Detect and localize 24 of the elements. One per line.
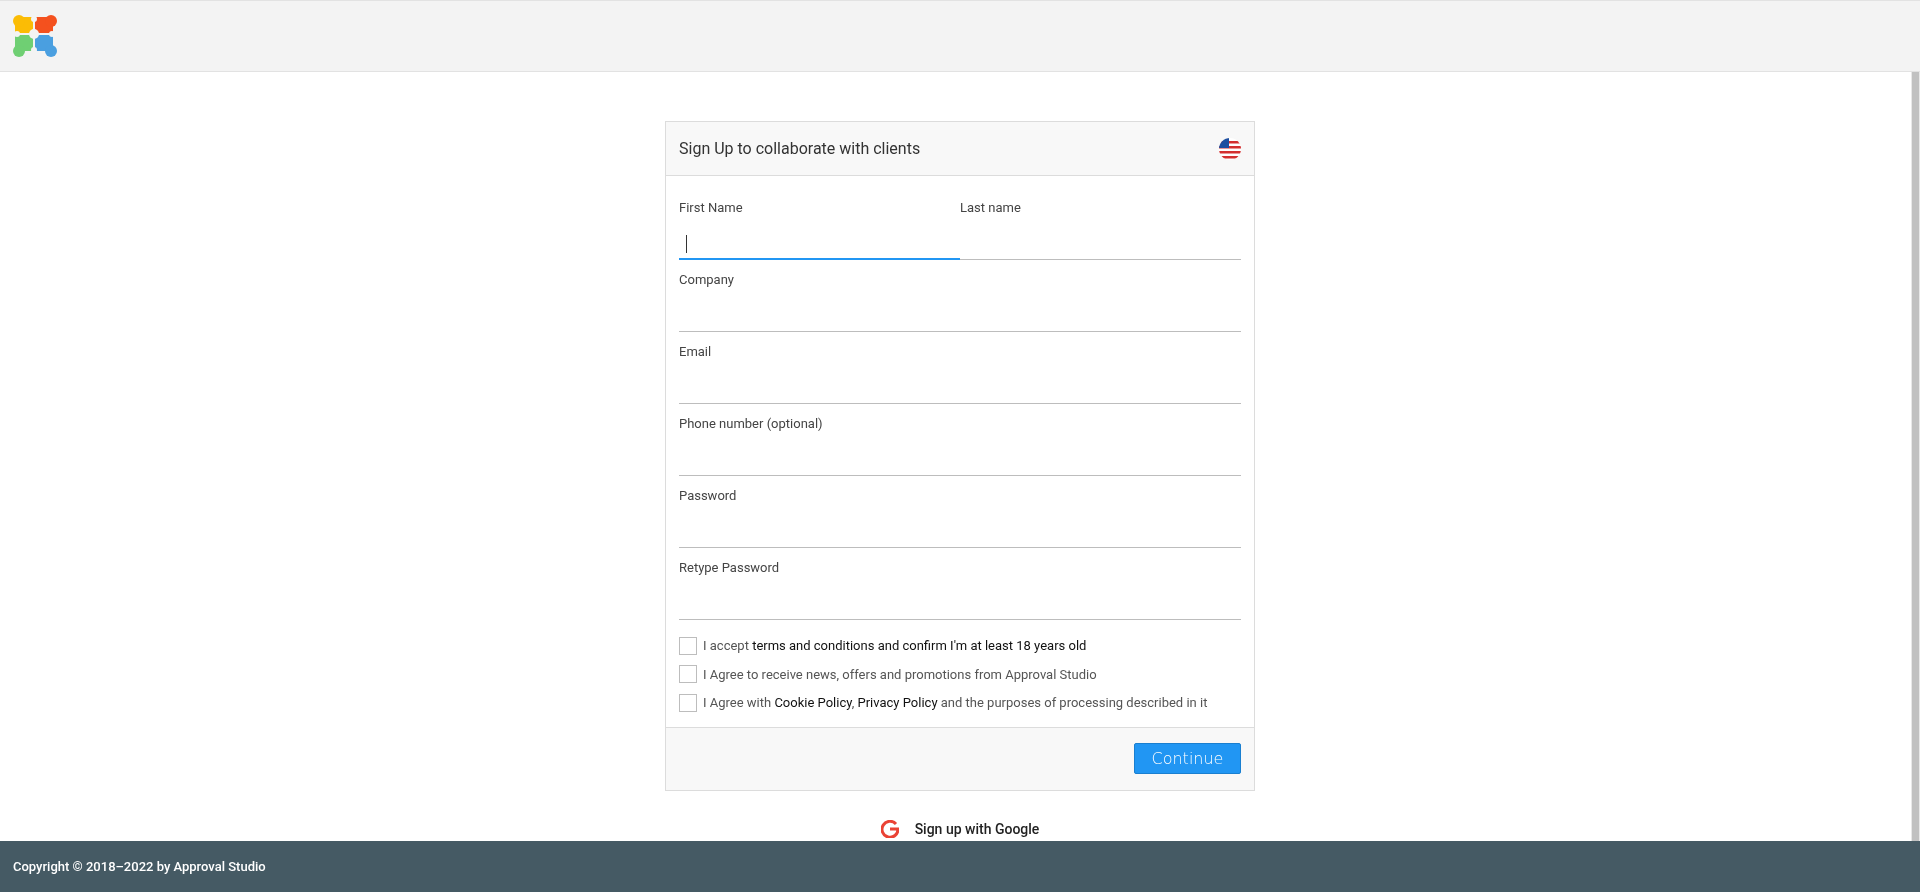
checkbox[interactable] (679, 693, 697, 712)
policy-link[interactable]: terms and conditions and confirm I'm at least 18 years old (752, 638, 1087, 653)
consent-text: I Agree to receive news, offers and promotions from Approval Studio (703, 665, 1097, 684)
card-title: Sign Up to collaborate with clients (679, 137, 921, 160)
checkbox[interactable] (679, 636, 697, 655)
google-signup-link[interactable]: Sign up with Google (914, 818, 1040, 840)
consent-text: I accept terms and conditions and confirm I'm at least 18 years old (703, 637, 1087, 655)
field-label: Email (679, 343, 712, 361)
checkbox[interactable] (679, 665, 697, 684)
logo-icon[interactable] (13, 15, 57, 57)
field-label: Retype Password (679, 559, 780, 577)
scrollbar-thumb[interactable] (1912, 72, 1919, 842)
google-icon[interactable] (880, 820, 899, 838)
copyright-text: Copyright © 2018–2022 by Approval Studio (13, 857, 266, 876)
field-label: First Name (679, 199, 743, 217)
field-label: Company (679, 271, 734, 289)
field-label: Phone number (optional) (679, 415, 823, 433)
field-label: Password (679, 487, 737, 505)
text-cursor (686, 235, 687, 253)
consent-text: I Agree with Cookie Policy, Privacy Policy and the purposes of processing described in it (703, 694, 1208, 712)
flag-icon[interactable] (1219, 137, 1241, 160)
field-label: Last name (960, 199, 1021, 217)
policy-link[interactable]: Cookie Policy (774, 695, 852, 710)
policy-link[interactable]: Privacy Policy (857, 695, 938, 710)
